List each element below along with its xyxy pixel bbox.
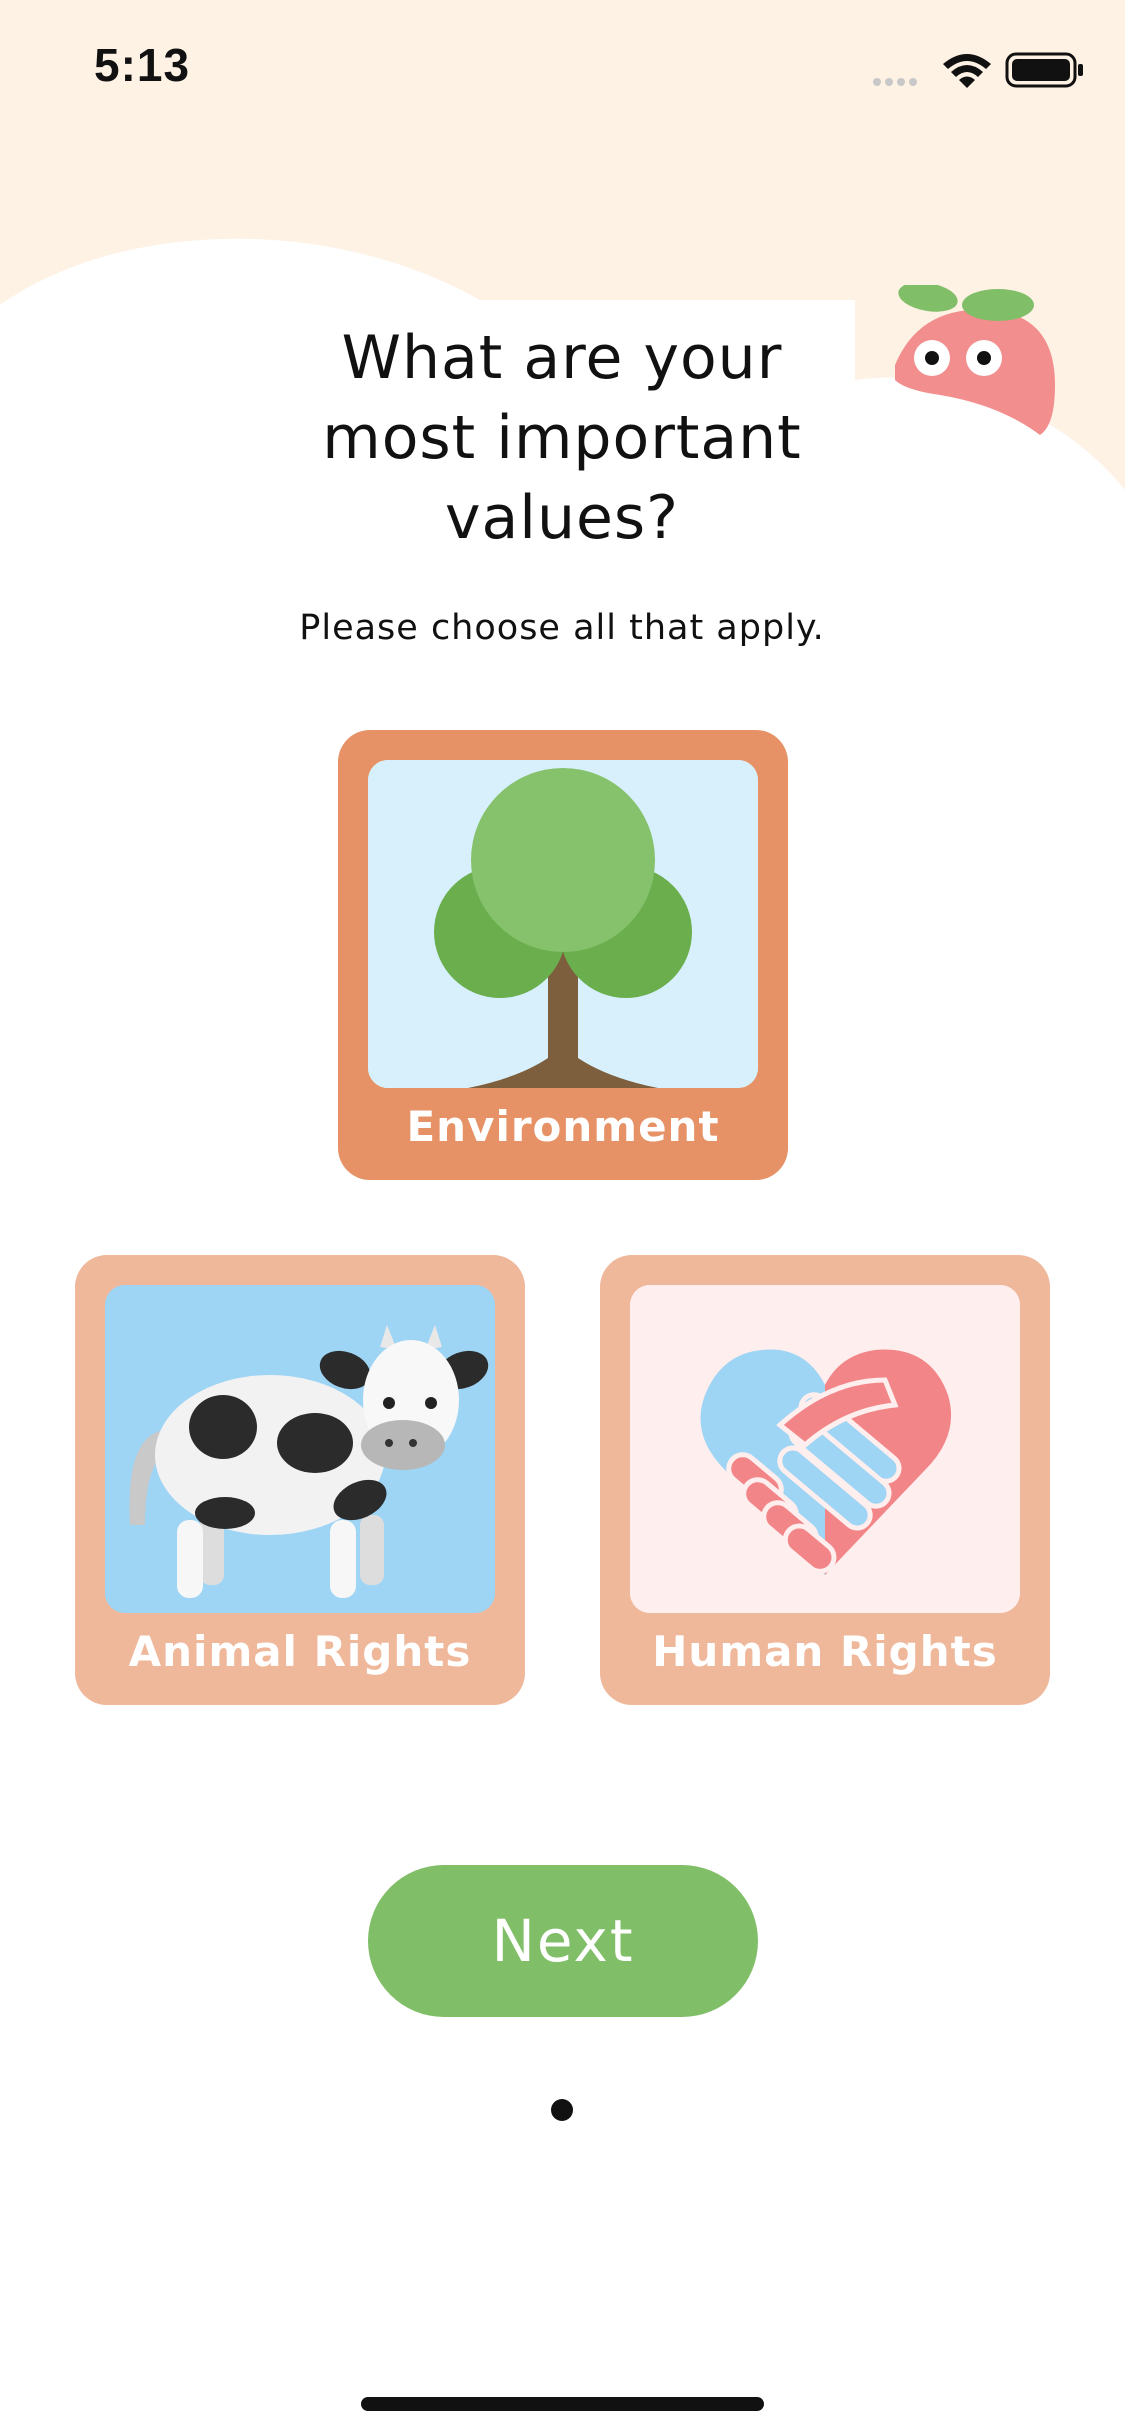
page-subtitle: Please choose all that apply. xyxy=(299,608,825,648)
human-rights-image xyxy=(630,1285,1020,1613)
option-label: Human Rights xyxy=(652,1627,998,1676)
strawberry-mascot-icon xyxy=(895,285,1055,435)
option-human-rights[interactable]: Human Rights xyxy=(600,1255,1050,1705)
battery-icon xyxy=(1005,52,1083,88)
option-animal-rights[interactable]: Animal Rights xyxy=(75,1255,525,1705)
signal-icon xyxy=(873,78,917,86)
title-line-3: values? xyxy=(445,483,679,553)
title-line-1: What are your xyxy=(341,323,783,393)
animal-rights-image xyxy=(105,1285,495,1613)
cow-icon xyxy=(105,1285,495,1613)
page-indicator-dot xyxy=(551,2099,573,2121)
option-environment[interactable]: Environment xyxy=(338,730,788,1180)
tree-icon xyxy=(368,760,758,1088)
status-time: 5:13 xyxy=(94,39,191,91)
wifi-icon xyxy=(943,54,991,88)
home-indicator[interactable] xyxy=(361,2397,764,2411)
title-line-2: most important xyxy=(322,403,802,473)
heart-handshake-icon xyxy=(630,1285,1020,1613)
option-label: Environment xyxy=(406,1102,720,1151)
option-label: Animal Rights xyxy=(128,1627,472,1676)
environment-image xyxy=(368,760,758,1088)
page-title: What are your most important values? xyxy=(262,318,862,558)
status-icons xyxy=(873,52,1083,88)
next-button[interactable]: Next xyxy=(368,1865,758,2017)
